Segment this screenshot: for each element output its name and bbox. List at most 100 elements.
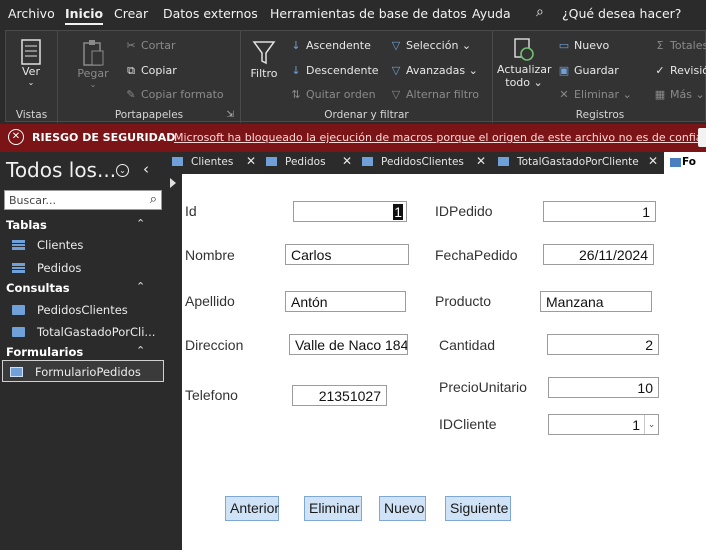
chevron-up-icon[interactable]: ⌃ (136, 280, 145, 293)
id-value: 1 (393, 204, 403, 220)
nav-item-pedidosclientes[interactable]: PedidosClientes (12, 303, 128, 317)
nav-item-label: PedidosClientes (37, 303, 128, 317)
record-selector[interactable] (166, 174, 182, 550)
eliminar-button[interactable]: Eliminar (304, 496, 362, 521)
menu-inicio[interactable]: Inicio (65, 6, 104, 25)
mas-button[interactable]: ▦ Más ⌄ (653, 88, 705, 101)
seleccion-label: Selección (406, 39, 459, 52)
close-icon[interactable]: ✕ (648, 154, 658, 168)
group-label-portapapeles: Portapapeles (114, 109, 184, 121)
siguiente-button[interactable]: Siguiente (445, 496, 511, 521)
nombre-field[interactable]: Carlos (285, 244, 409, 265)
eliminar-registro-label: Eliminar (574, 88, 620, 101)
close-icon[interactable]: ✕ (246, 154, 256, 168)
nav-item-formulariopedidos[interactable]: FormularioPedidos (10, 365, 141, 379)
chevron-up-icon[interactable]: ⌃ (136, 344, 145, 357)
copiar-formato-label: Copiar formato (141, 88, 224, 101)
menu-herramientas-bd[interactable]: Herramientas de base de datos (270, 6, 467, 21)
nuevo-button[interactable]: Nuevo (379, 496, 426, 521)
avanzadas-button[interactable]: ▽ Avanzadas ⌄ (389, 64, 478, 77)
revision-button[interactable]: ✓ Revisión (653, 64, 706, 77)
tab-clientes[interactable]: Clientes (172, 156, 233, 168)
todo-label: todo (505, 76, 531, 89)
more-icon: ▦ (654, 88, 666, 101)
pegar-button[interactable]: Pegar ⌄ (76, 39, 110, 89)
menu-datos-externos[interactable]: Datos externos (163, 6, 258, 21)
telefono-field[interactable]: 21351027 (292, 385, 387, 406)
cantidad-field[interactable]: 2 (547, 334, 659, 355)
totales-button[interactable]: Σ Totales (653, 39, 706, 52)
idcliente-combobox[interactable]: 1 ⌄ (548, 414, 659, 435)
chevron-up-icon[interactable]: ⌃ (136, 217, 145, 230)
tell-me-search[interactable]: ¿Qué desea hacer? (562, 6, 681, 21)
chevron-down-icon[interactable]: ⌄ (116, 164, 129, 177)
direccion-field[interactable]: Valle de Naco 184 (289, 334, 408, 355)
group-portapapeles: Pegar ⌄ ✂ Cortar ⧉ Copiar ✎ Copiar formato … (58, 31, 241, 123)
copiar-label: Copiar (141, 64, 177, 77)
copiar-formato-button[interactable]: ✎ Copiar formato (124, 88, 224, 101)
form-icon (10, 367, 23, 377)
actualizar-button[interactable]: Actualizar todo ⌄ (497, 37, 552, 89)
ascendente-label: Ascendente (306, 39, 371, 52)
copiar-button[interactable]: ⧉ Copiar (124, 64, 177, 78)
collapse-pane-icon[interactable]: ‹ (143, 160, 149, 178)
group-registros: Actualizar todo ⌄ ▭ Nuevo ▣ Guardar ✕ Elimi… (493, 31, 706, 123)
menu-ayuda[interactable]: Ayuda (472, 6, 511, 21)
filtro-button[interactable]: Filtro (247, 39, 281, 80)
ver-button[interactable]: Ver ⌄ (16, 39, 46, 87)
search-icon[interactable]: ⌕ (536, 4, 544, 20)
nav-section-tablas[interactable]: Tablas (6, 218, 47, 232)
nav-item-pedidos[interactable]: Pedidos (12, 261, 81, 275)
producto-field[interactable]: Manzana (540, 291, 652, 312)
nav-pane-title[interactable]: Todos los... (6, 158, 116, 182)
close-icon[interactable]: ✕ (342, 154, 352, 168)
guardar-button[interactable]: ▣ Guardar (557, 64, 619, 77)
alternar-filtro-button[interactable]: ▽ Alternar filtro (389, 88, 479, 101)
dialog-launcher-icon[interactable]: ⇲ (226, 110, 234, 120)
label-preciounitario: PrecioUnitario (439, 379, 527, 395)
descendente-button[interactable]: ↓ Descendente (289, 64, 378, 77)
security-learn-more-button[interactable] (698, 128, 706, 147)
idpedido-field[interactable]: 1 (543, 201, 656, 222)
menu-crear[interactable]: Crear (114, 6, 148, 21)
nav-search-input[interactable]: Buscar... ⌕ (4, 190, 162, 210)
query-icon (12, 305, 25, 315)
menu-archivo[interactable]: Archivo (8, 6, 55, 21)
nav-item-clientes[interactable]: Clientes (12, 238, 83, 252)
toggle-filter-icon: ▽ (391, 88, 401, 101)
nav-item-label: FormularioPedidos (35, 365, 141, 379)
apellido-field[interactable]: Antón (285, 291, 406, 312)
anterior-button[interactable]: Anterior (225, 496, 279, 521)
refresh-icon (514, 38, 534, 61)
nuevo-registro-label: Nuevo (574, 39, 610, 52)
filtro-label: Filtro (250, 67, 278, 80)
preciounitario-field[interactable]: 10 (548, 377, 659, 398)
tab-totalgastadoporcliente[interactable]: TotalGastadoPorCliente (498, 156, 639, 168)
form-icon (670, 158, 681, 167)
warning-icon: ✕ (8, 129, 24, 145)
ascendente-button[interactable]: ↓ Ascendente (289, 39, 371, 52)
sort-ascending-icon: ↓ (291, 39, 301, 52)
tab-pedidos[interactable]: Pedidos (266, 156, 326, 168)
eliminar-registro-button[interactable]: ✕ Eliminar ⌄ (557, 88, 631, 101)
sum-icon: Σ (656, 39, 664, 52)
nav-section-formularios[interactable]: Formularios (6, 345, 83, 359)
nuevo-registro-button[interactable]: ▭ Nuevo (557, 39, 609, 52)
security-message-link[interactable]: Microsoft ha bloqueado la ejecución de m… (174, 131, 706, 144)
idcliente-value: 1 (632, 417, 640, 433)
nav-item-label: Clientes (37, 238, 84, 252)
nav-item-label: TotalGastadoPorCli... (37, 325, 156, 339)
chevron-down-icon[interactable]: ⌄ (644, 415, 658, 434)
group-vistas: Ver ⌄ Vistas (6, 31, 58, 123)
nav-section-consultas[interactable]: Consultas (6, 281, 70, 295)
quitar-orden-button[interactable]: ⇅ Quitar orden (289, 88, 375, 101)
search-icon[interactable]: ⌕ (150, 192, 157, 207)
sort-descending-icon: ↓ (291, 64, 301, 77)
fechapedido-field[interactable]: 26/11/2024 (543, 244, 654, 265)
nav-item-totalgastadoporcliente[interactable]: TotalGastadoPorCli... (12, 325, 155, 339)
close-icon[interactable]: ✕ (476, 154, 486, 168)
seleccion-button[interactable]: ▽ Selección ⌄ (389, 39, 471, 52)
tab-pedidosclientes[interactable]: PedidosClientes (362, 156, 464, 168)
id-field[interactable]: 1 (293, 201, 407, 222)
cortar-button[interactable]: ✂ Cortar (124, 39, 175, 52)
